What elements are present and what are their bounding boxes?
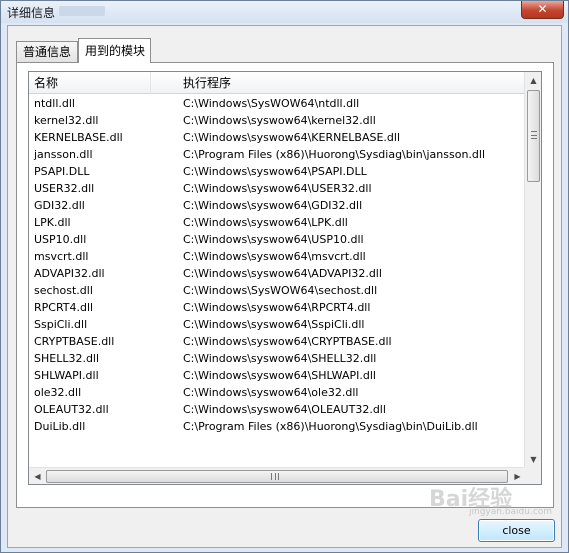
scroll-up-icon[interactable]: ▲ xyxy=(525,72,541,89)
module-name: RPCRT4.dll xyxy=(34,301,94,314)
table-row[interactable]: ADVAPI32.dll C:\Windows\syswow64\ADVAPI32… xyxy=(29,265,526,282)
module-name: LPK.dll xyxy=(34,216,71,229)
table-row[interactable]: LPK.dll C:\Windows\syswow64\LPK.dll xyxy=(29,214,526,231)
close-button[interactable]: close xyxy=(478,519,555,542)
module-path: C:\Windows\syswow64\LPK.dll xyxy=(183,216,348,229)
table-row[interactable]: ole32.dll C:\Windows\syswow64\ole32.dll xyxy=(29,384,526,401)
module-name: PSAPI.DLL xyxy=(34,165,90,178)
list-rows: ntdll.dll C:\Windows\SysWOW64\ntdll.dll ke… xyxy=(29,95,526,435)
module-path: C:\Windows\syswow64\kernel32.dll xyxy=(183,114,376,127)
module-path: C:\Windows\syswow64\USP10.dll xyxy=(183,233,364,246)
module-path: C:\Windows\syswow64\PSAPI.DLL xyxy=(183,165,367,178)
module-name: jansson.dll xyxy=(34,148,93,161)
title-ghost-text xyxy=(59,6,105,16)
module-name: SspiCli.dll xyxy=(34,318,88,331)
dialog-client-area: 普通信息 用到的模块 名称 执行程序 ntdll.dll C:\Windows\S… xyxy=(7,25,562,548)
module-name: SHLWAPI.dll xyxy=(34,369,99,382)
column-header-path[interactable]: 执行程序 xyxy=(151,72,526,94)
module-path: C:\Windows\syswow64\KERNELBASE.dll xyxy=(183,131,401,144)
module-name: ADVAPI32.dll xyxy=(34,267,105,280)
module-name: CRYPTBASE.dll xyxy=(34,335,115,348)
tab-general-info[interactable]: 普通信息 xyxy=(16,41,78,62)
module-name: GDI32.dll xyxy=(34,199,85,212)
table-row[interactable]: USER32.dll C:\Windows\syswow64\USER32.dll xyxy=(29,180,526,197)
grip-icon xyxy=(531,131,537,139)
module-path: C:\Windows\SysWOW64\sechost.dll xyxy=(183,284,378,297)
window-title: 详细信息 xyxy=(7,6,56,20)
module-path: C:\Windows\syswow64\SHELL32.dll xyxy=(183,352,377,365)
module-path: C:\Windows\syswow64\RPCRT4.dll xyxy=(183,301,371,314)
table-row[interactable]: GDI32.dll C:\Windows\syswow64\GDI32.dll xyxy=(29,197,526,214)
close-icon: ✕ xyxy=(537,2,548,16)
title-bar[interactable]: 详细信息 ✕ xyxy=(1,1,568,23)
table-row[interactable]: msvcrt.dll C:\Windows\syswow64\msvcrt.dll xyxy=(29,248,526,265)
module-name: msvcrt.dll xyxy=(34,250,89,263)
detail-dialog: 详细信息 ✕ 普通信息 用到的模块 名称 执行程序 ntdll.dll C:\Wi… xyxy=(0,0,569,553)
module-name: USP10.dll xyxy=(34,233,87,246)
table-row[interactable]: USP10.dll C:\Windows\syswow64\USP10.dll xyxy=(29,231,526,248)
module-path: C:\Windows\syswow64\ole32.dll xyxy=(183,386,359,399)
table-row[interactable]: DuiLib.dll C:\Program Files (x86)\Huorong… xyxy=(29,418,526,435)
module-path: C:\Windows\SysWOW64\ntdll.dll xyxy=(183,97,360,110)
module-path: C:\Windows\syswow64\msvcrt.dll xyxy=(183,250,366,263)
table-row[interactable]: ntdll.dll C:\Windows\SysWOW64\ntdll.dll xyxy=(29,95,526,112)
module-path: C:\Windows\syswow64\GDI32.dll xyxy=(183,199,363,212)
module-name: ntdll.dll xyxy=(34,97,75,110)
module-name: sechost.dll xyxy=(34,284,93,297)
table-row[interactable]: sechost.dll C:\Windows\SysWOW64\sechost.d… xyxy=(29,282,526,299)
module-name: OLEAUT32.dll xyxy=(34,403,109,416)
table-row[interactable]: SspiCli.dll C:\Windows\syswow64\SspiCli.d… xyxy=(29,316,526,333)
table-row[interactable]: RPCRT4.dll C:\Windows\syswow64\RPCRT4.dll xyxy=(29,299,526,316)
module-path: C:\Program Files (x86)\Huorong\Sysdiag\b… xyxy=(183,420,478,433)
tab-panel: 名称 执行程序 ntdll.dll C:\Windows\SysWOW64\ntd… xyxy=(16,62,554,508)
scroll-left-icon[interactable]: ◀ xyxy=(29,468,46,484)
scroll-corner xyxy=(524,467,541,484)
module-name: ole32.dll xyxy=(34,386,82,399)
table-row[interactable]: jansson.dll C:\Program Files (x86)\Huoron… xyxy=(29,146,526,163)
table-row[interactable]: OLEAUT32.dll C:\Windows\syswow64\OLEAUT32… xyxy=(29,401,526,418)
module-name: KERNELBASE.dll xyxy=(34,131,123,144)
modules-list[interactable]: 名称 执行程序 ntdll.dll C:\Windows\SysWOW64\ntd… xyxy=(28,71,542,485)
module-path: C:\Program Files (x86)\Huorong\Sysdiag\b… xyxy=(183,148,486,161)
module-name: USER32.dll xyxy=(34,182,95,195)
module-path: C:\Windows\syswow64\ADVAPI32.dll xyxy=(183,267,382,280)
list-header: 名称 执行程序 xyxy=(29,72,526,94)
module-path: C:\Windows\syswow64\SspiCli.dll xyxy=(183,318,365,331)
module-path: C:\Windows\syswow64\CRYPTBASE.dll xyxy=(183,335,392,348)
table-row[interactable]: KERNELBASE.dll C:\Windows\syswow64\KERNEL… xyxy=(29,129,526,146)
module-path: C:\Windows\syswow64\USER32.dll xyxy=(183,182,372,195)
module-name: kernel32.dll xyxy=(34,114,99,127)
grip-icon xyxy=(271,473,279,480)
module-path: C:\Windows\syswow64\SHLWAPI.dll xyxy=(183,369,376,382)
window-close-button[interactable]: ✕ xyxy=(521,1,564,19)
table-row[interactable]: SHELL32.dll C:\Windows\syswow64\SHELL32.d… xyxy=(29,350,526,367)
horizontal-scroll-thumb[interactable] xyxy=(46,470,508,483)
scroll-down-icon[interactable]: ▼ xyxy=(525,451,541,468)
table-row[interactable]: SHLWAPI.dll C:\Windows\syswow64\SHLWAPI.d… xyxy=(29,367,526,384)
module-path: C:\Windows\syswow64\OLEAUT32.dll xyxy=(183,403,386,416)
horizontal-scrollbar[interactable]: ◀ ▶ xyxy=(29,467,526,484)
column-header-name[interactable]: 名称 xyxy=(29,72,151,94)
table-row[interactable]: kernel32.dll C:\Windows\syswow64\kernel32… xyxy=(29,112,526,129)
table-row[interactable]: CRYPTBASE.dll C:\Windows\syswow64\CRYPTBA… xyxy=(29,333,526,350)
table-row[interactable]: PSAPI.DLL C:\Windows\syswow64\PSAPI.DLL xyxy=(29,163,526,180)
vertical-scroll-thumb[interactable] xyxy=(527,90,540,182)
module-name: SHELL32.dll xyxy=(34,352,100,365)
module-name: DuiLib.dll xyxy=(34,420,86,433)
vertical-scrollbar[interactable]: ▲ ▼ xyxy=(524,72,541,468)
tab-used-modules[interactable]: 用到的模块 xyxy=(78,38,151,63)
